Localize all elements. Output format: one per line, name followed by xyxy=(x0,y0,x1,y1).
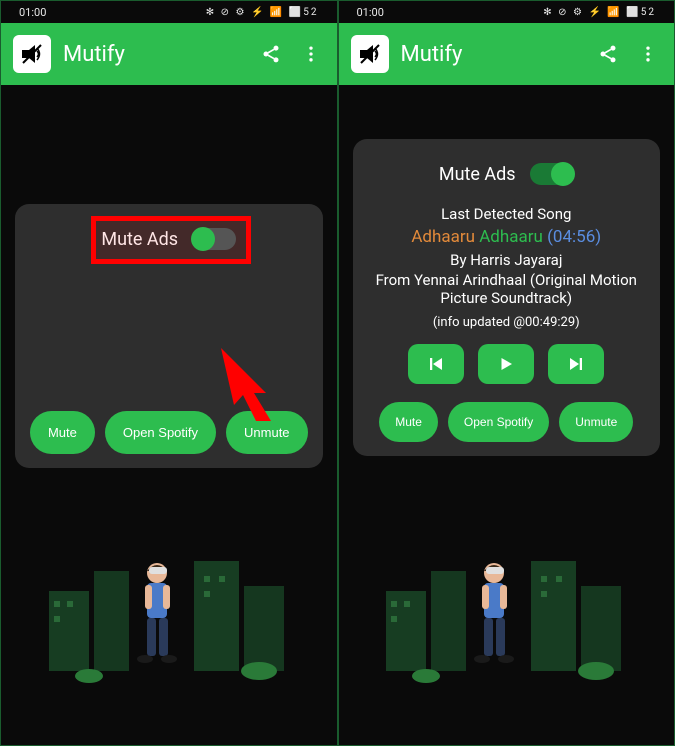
mute-ads-row: Mute Ads xyxy=(29,222,309,256)
toggle-knob xyxy=(191,227,215,251)
status-time: 01:00 xyxy=(19,6,46,19)
app-title: Mutify xyxy=(401,42,583,67)
song-word1: Adhaaru xyxy=(411,227,475,247)
app-logo xyxy=(13,35,51,73)
main-card: Mute Ads Mute Open Spotify Unmute xyxy=(15,204,323,468)
open-spotify-button[interactable]: Open Spotify xyxy=(105,411,216,454)
content-area: Mute Ads Mute Open Spotify Unmute xyxy=(1,85,337,745)
status-bar: 01:00 ✻ ⊘ ⚙ ⚡ 📶 ⬜52 xyxy=(339,1,675,23)
song-title: Adhaaru Adhaaru (04:56) xyxy=(367,227,647,247)
illustration xyxy=(353,531,661,691)
app-bar: Mutify xyxy=(1,23,337,85)
mute-ads-row: Mute Ads xyxy=(367,157,647,191)
song-updated: (info updated @00:49:29) xyxy=(367,315,647,330)
app-logo xyxy=(351,35,389,73)
toggle-knob xyxy=(551,162,575,186)
app-title: Mutify xyxy=(63,42,245,67)
mute-ads-toggle[interactable] xyxy=(192,228,236,250)
mute-button[interactable]: Mute xyxy=(30,411,95,454)
pointer-arrow xyxy=(216,343,286,423)
song-artist: By Harris Jayaraj xyxy=(367,251,647,269)
phone-left: 01:00 ✻ ⊘ ⚙ ⚡ 📶 ⬜52 Mutify xyxy=(0,0,338,746)
status-icons: ✻ ⊘ ⚙ ⚡ 📶 ⬜52 xyxy=(543,7,656,18)
song-info: Last Detected Song Adhaaru Adhaaru (04:5… xyxy=(367,205,647,330)
mute-ads-label: Mute Ads xyxy=(439,164,516,185)
status-bar: 01:00 ✻ ⊘ ⚙ ⚡ 📶 ⬜52 xyxy=(1,1,337,23)
content-area: Mute Ads Last Detected Song Adhaaru Adha… xyxy=(339,85,675,745)
unmute-button[interactable]: Unmute xyxy=(559,402,633,442)
song-duration: (04:56) xyxy=(547,227,601,247)
song-word2: Adhaaru xyxy=(479,227,543,247)
mute-ads-toggle[interactable] xyxy=(530,163,574,185)
song-album: From Yennai Arindhaal (Original Motion P… xyxy=(367,271,647,307)
illustration xyxy=(15,531,323,691)
status-time: 01:00 xyxy=(357,6,384,19)
more-icon[interactable] xyxy=(634,40,662,68)
mute-button[interactable]: Mute xyxy=(379,402,438,442)
media-controls xyxy=(367,344,647,384)
app-bar: Mutify xyxy=(339,23,675,85)
share-icon[interactable] xyxy=(257,40,285,68)
phone-right: 01:00 ✻ ⊘ ⚙ ⚡ 📶 ⬜52 Mutify xyxy=(338,0,675,746)
main-card: Mute Ads Last Detected Song Adhaaru Adha… xyxy=(353,139,661,456)
open-spotify-button[interactable]: Open Spotify xyxy=(448,402,549,442)
prev-button[interactable] xyxy=(408,344,464,384)
more-icon[interactable] xyxy=(297,40,325,68)
play-button[interactable] xyxy=(478,344,534,384)
status-icons: ✻ ⊘ ⚙ ⚡ 📶 ⬜52 xyxy=(206,7,319,18)
share-icon[interactable] xyxy=(594,40,622,68)
action-buttons: Mute Open Spotify Unmute xyxy=(367,402,647,442)
last-detected-label: Last Detected Song xyxy=(367,205,647,223)
next-button[interactable] xyxy=(548,344,604,384)
